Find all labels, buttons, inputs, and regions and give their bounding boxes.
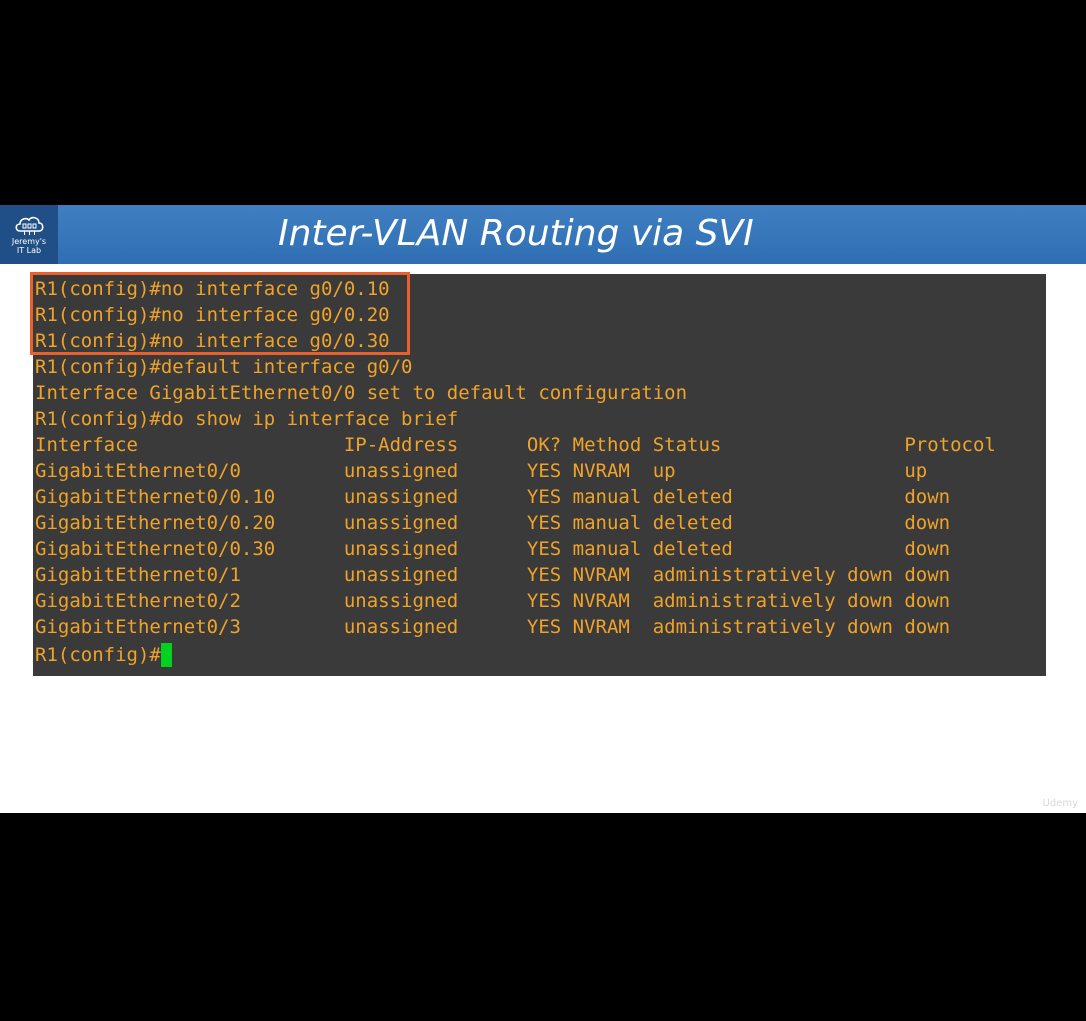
slide-title: Inter-VLAN Routing via SVI (278, 213, 754, 254)
terminal-line: R1(config)#do show ip interface brief (35, 408, 459, 430)
terminal-table-row: GigabitEthernet0/2 unassigned YES NVRAM … (35, 590, 951, 612)
watermark: Udemy (1042, 798, 1078, 809)
terminal-prompt-line[interactable]: R1(config)# (35, 642, 172, 668)
logo-line-1: Jeremy's (11, 236, 47, 246)
terminal-line: Interface GigabitEthernet0/0 set to defa… (35, 382, 688, 404)
title-bar: Jeremy's IT Lab Inter-VLAN Routing via S… (0, 205, 1086, 264)
terminal-prompt: R1(config)# (35, 644, 161, 666)
terminal-cursor (160, 643, 172, 667)
terminal-table-row: GigabitEthernet0/1 unassigned YES NVRAM … (35, 564, 951, 586)
terminal-table-row: GigabitEthernet0/0.10 unassigned YES man… (35, 486, 951, 508)
highlight-box (30, 272, 410, 355)
terminal-table-row: GigabitEthernet0/0.20 unassigned YES man… (35, 512, 951, 534)
terminal-table-row: GigabitEthernet0/0.30 unassigned YES man… (35, 538, 951, 560)
logo: Jeremy's IT Lab (0, 205, 58, 264)
terminal-table-row: GigabitEthernet0/3 unassigned YES NVRAM … (35, 616, 951, 638)
terminal-line: R1(config)#default interface g0/0 (35, 356, 413, 378)
cloud-network-icon (15, 216, 44, 235)
terminal-table-header: Interface IP-Address OK? Method Status P… (35, 434, 996, 456)
terminal-table-row: GigabitEthernet0/0 unassigned YES NVRAM … (35, 460, 928, 482)
slide: Jeremy's IT Lab Inter-VLAN Routing via S… (0, 205, 1086, 813)
logo-line-2: IT Lab (16, 245, 42, 255)
